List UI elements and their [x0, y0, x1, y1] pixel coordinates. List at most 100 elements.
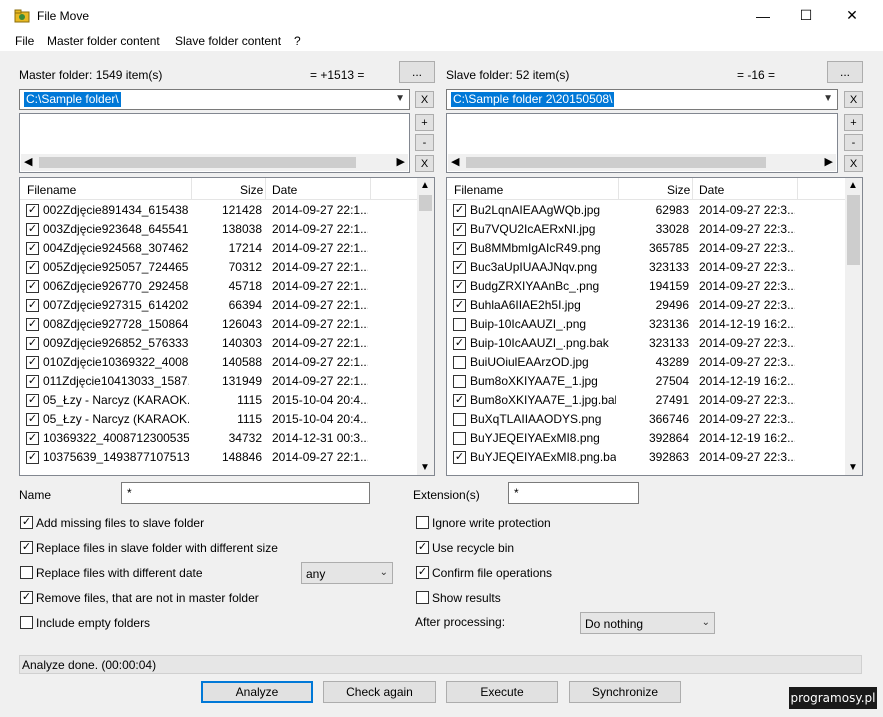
slave-file-row[interactable]: ✓ BudgZRXIYAAnBc_.png 194159 2014-09-27 22:…	[447, 277, 862, 296]
checkbox[interactable]	[20, 616, 33, 629]
scroll-up-icon[interactable]: ▲	[420, 180, 430, 191]
slave-file-row[interactable]: ✓ Buc3aUpIUAAJNqv.png 323133 2014-09-27 22:…	[447, 258, 862, 277]
master-folder-list-hscroll[interactable]: ◀ ▶	[21, 154, 408, 171]
master-path-combo[interactable]: C:\Sample folder\ ▼	[19, 89, 410, 110]
column-header-size[interactable]: Size	[240, 183, 263, 197]
file-checkbox[interactable]	[453, 413, 466, 426]
slave-browse-button[interactable]: ...	[827, 61, 863, 83]
scroll-thumb[interactable]	[466, 157, 766, 168]
file-checkbox[interactable]: ✓	[453, 242, 466, 255]
menu-master-folder-content[interactable]: Master folder content	[47, 34, 160, 48]
slave-file-row[interactable]: ✓ BuhlaA6IIAE2h5I.jpg 29496 2014-09-27 22:3…	[447, 296, 862, 315]
scroll-left-icon[interactable]: ◀	[24, 155, 32, 168]
name-filter-input[interactable]: *	[121, 482, 370, 504]
master-folder-list[interactable]: ◀ ▶	[19, 113, 410, 173]
date-mode-dropdown[interactable]: any ⌄	[301, 562, 393, 584]
file-checkbox[interactable]: ✓	[26, 261, 39, 274]
file-checkbox[interactable]: ✓	[26, 299, 39, 312]
master-browse-button[interactable]: ...	[399, 61, 435, 83]
checkbox[interactable]	[416, 516, 429, 529]
file-checkbox[interactable]: ✓	[26, 413, 39, 426]
checkbox[interactable]: ✓	[20, 541, 33, 554]
close-button[interactable]: ✕	[829, 0, 875, 31]
master-add-folder-button[interactable]: +	[415, 114, 434, 131]
file-checkbox[interactable]: ✓	[453, 451, 466, 464]
slave-clear-path-button[interactable]: X	[844, 91, 863, 108]
file-checkbox[interactable]: ✓	[26, 242, 39, 255]
master-file-row[interactable]: ✓ 007Zdjęcie927315_614202... 66394 2014-09-…	[20, 296, 434, 315]
file-checkbox[interactable]: ✓	[26, 432, 39, 445]
file-checkbox[interactable]: ✓	[26, 337, 39, 350]
file-checkbox[interactable]: ✓	[26, 356, 39, 369]
menu-help[interactable]: ?	[294, 34, 301, 48]
checkbox[interactable]: ✓	[20, 591, 33, 604]
scroll-left-icon[interactable]: ◀	[451, 155, 459, 168]
master-file-row[interactable]: ✓ 05_Łzy - Narcyz (KARAOK... 1115 2015-10-0…	[20, 410, 434, 429]
file-checkbox[interactable]: ✓	[453, 223, 466, 236]
column-header-size[interactable]: Size	[667, 183, 690, 197]
master-file-row[interactable]: ✓ 010Zdjęcie10369322_4008... 140588 2014-09…	[20, 353, 434, 372]
column-header-date[interactable]: Date	[272, 183, 297, 197]
scroll-down-icon[interactable]: ▼	[420, 462, 430, 473]
master-file-row[interactable]: ✓ 10375639_14938771075139... 148846 2014-09…	[20, 448, 434, 467]
column-header-date[interactable]: Date	[699, 183, 724, 197]
master-file-row[interactable]: ✓ 05_Łzy - Narcyz (KARAOK... 1115 2015-10-0…	[20, 391, 434, 410]
slave-file-row[interactable]: BuXqTLAIIAAODYS.png 366746 2014-09-27 22:3…	[447, 410, 862, 429]
master-file-row[interactable]: ✓ 003Zdjęcie923648_645541... 138038 2014-09…	[20, 220, 434, 239]
file-checkbox[interactable]: ✓	[453, 394, 466, 407]
master-file-row[interactable]: ✓ 009Zdjęcie926852_576333... 140303 2014-09…	[20, 334, 434, 353]
file-checkbox[interactable]: ✓	[453, 337, 466, 350]
maximize-button[interactable]: ☐	[783, 0, 829, 31]
master-remove-folder-button[interactable]: -	[415, 134, 434, 151]
column-header-filename[interactable]: Filename	[27, 183, 76, 197]
file-checkbox[interactable]: ✓	[26, 223, 39, 236]
master-file-row[interactable]: ✓ 004Zdjęcie924568_307462... 17214 2014-09-…	[20, 239, 434, 258]
slave-remove-folder-button[interactable]: -	[844, 134, 863, 151]
scroll-right-icon[interactable]: ▶	[397, 155, 405, 168]
menu-file[interactable]: File	[15, 34, 34, 48]
file-checkbox[interactable]	[453, 432, 466, 445]
scroll-down-icon[interactable]: ▼	[848, 462, 858, 473]
slave-file-row[interactable]: BuiUOiulEAArzOD.jpg 43289 2014-09-27 22:3.…	[447, 353, 862, 372]
slave-file-row[interactable]: Buip-10IcAAUZI_.png 323136 2014-12-19 16:2…	[447, 315, 862, 334]
file-checkbox[interactable]: ✓	[453, 280, 466, 293]
scroll-thumb[interactable]	[419, 195, 432, 211]
file-checkbox[interactable]	[453, 375, 466, 388]
slave-file-row[interactable]: Bum8oXKIYAA7E_1.jpg 27504 2014-12-19 16:2.…	[447, 372, 862, 391]
checkbox[interactable]	[416, 591, 429, 604]
master-file-grid[interactable]: Filename Size Date ✓ 002Zdjęcie891434_615…	[19, 177, 435, 476]
slave-add-folder-button[interactable]: +	[844, 114, 863, 131]
master-file-row[interactable]: ✓ 006Zdjęcie926770_292458... 45718 2014-09-…	[20, 277, 434, 296]
slave-folder-list[interactable]: ◀ ▶	[446, 113, 838, 173]
slave-file-row[interactable]: ✓ Buip-10IcAAUZI_.png.bak 323133 2014-09-27…	[447, 334, 862, 353]
slave-file-row[interactable]: ✓ Bu7VQU2IcAERxNI.jpg 33028 2014-09-27 22:3…	[447, 220, 862, 239]
slave-clear-list-button[interactable]: X	[844, 155, 863, 172]
slave-grid-vscroll[interactable]: ▲ ▼	[845, 178, 862, 475]
file-checkbox[interactable]: ✓	[26, 204, 39, 217]
slave-folder-list-hscroll[interactable]: ◀ ▶	[448, 154, 836, 171]
file-checkbox[interactable]: ✓	[26, 394, 39, 407]
execute-button[interactable]: Execute	[446, 681, 558, 703]
file-checkbox[interactable]: ✓	[26, 375, 39, 388]
scroll-thumb[interactable]	[847, 195, 860, 265]
menu-slave-folder-content[interactable]: Slave folder content	[175, 34, 281, 48]
checkbox[interactable]: ✓	[416, 566, 429, 579]
master-file-row[interactable]: ✓ 002Zdjęcie891434_615438... 121428 2014-09…	[20, 201, 434, 220]
master-file-row[interactable]: ✓ 10369322_40087123005358... 34732 2014-12-…	[20, 429, 434, 448]
column-header-filename[interactable]: Filename	[454, 183, 503, 197]
scroll-up-icon[interactable]: ▲	[848, 180, 858, 191]
file-checkbox[interactable]: ✓	[26, 280, 39, 293]
master-file-row[interactable]: ✓ 008Zdjęcie927728_150864... 126043 2014-09…	[20, 315, 434, 334]
file-checkbox[interactable]: ✓	[453, 204, 466, 217]
synchronize-button[interactable]: Synchronize	[569, 681, 681, 703]
slave-file-grid[interactable]: Filename Size Date ✓ Bu2LqnAIEAAgWQb.jpg 6…	[446, 177, 863, 476]
scroll-right-icon[interactable]: ▶	[825, 155, 833, 168]
master-file-row[interactable]: ✓ 011Zdjęcie10413033_1587... 131949 2014-09…	[20, 372, 434, 391]
master-file-row[interactable]: ✓ 005Zdjęcie925057_724465... 70312 2014-09-…	[20, 258, 434, 277]
slave-file-row[interactable]: ✓ Bu2LqnAIEAAgWQb.jpg 62983 2014-09-27 22:3…	[447, 201, 862, 220]
minimize-button[interactable]: —	[740, 0, 786, 31]
file-checkbox[interactable]	[453, 356, 466, 369]
file-checkbox[interactable]: ✓	[453, 261, 466, 274]
slave-file-row[interactable]: ✓ Bu8MMbmIgAIcR49.png 365785 2014-09-27 22:…	[447, 239, 862, 258]
slave-path-combo[interactable]: C:\Sample folder 2\20150508\ ▼	[446, 89, 838, 110]
